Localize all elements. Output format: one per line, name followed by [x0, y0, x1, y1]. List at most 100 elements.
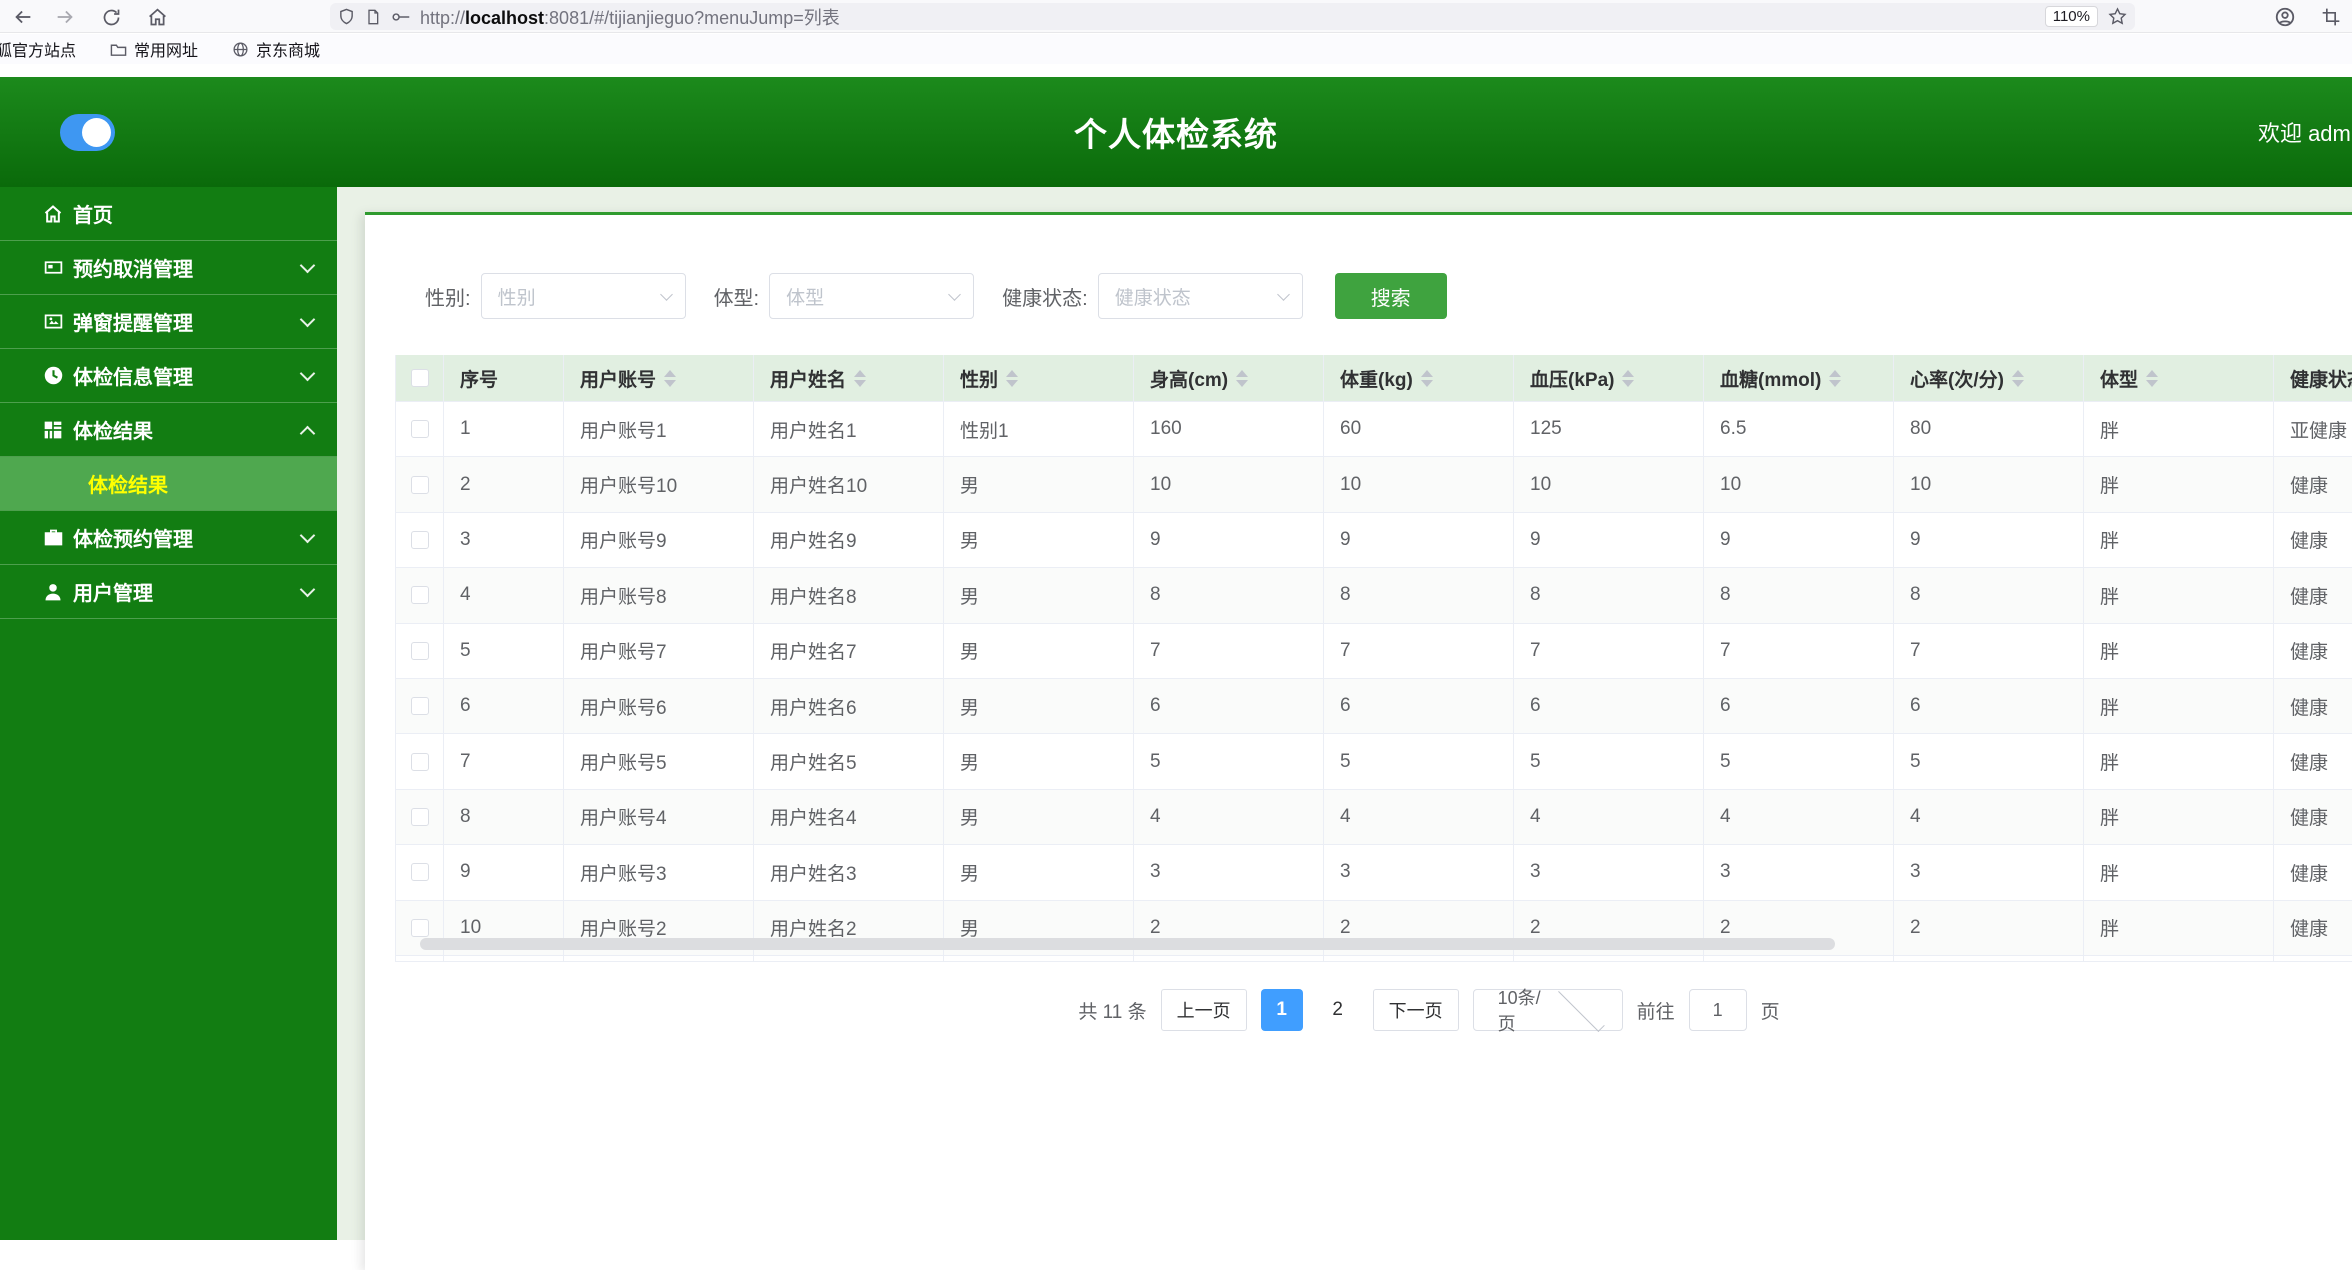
column-header[interactable]: 血糖(mmol) [1704, 355, 1894, 401]
table-cell: 胖 [2084, 789, 2274, 845]
results-table: 序号 用户账号 用户姓名 性别 身高(cm) 体重(kg) 血压(kPa) 血糖(mmol) 心… [395, 355, 2352, 962]
home-icon [42, 203, 64, 225]
table-cell: 10 [1514, 457, 1704, 512]
column-header[interactable]: 体重(kg) [1324, 355, 1514, 401]
column-header[interactable]: 用户账号 [564, 355, 754, 401]
table-cell: 160 [1134, 402, 1324, 457]
sort-carets-icon[interactable] [854, 369, 867, 387]
sort-carets-icon[interactable] [1236, 369, 1249, 387]
forward-icon[interactable] [52, 4, 78, 30]
home-icon[interactable] [144, 4, 170, 30]
row-checkbox[interactable] [410, 697, 429, 716]
horizontal-scrollbar[interactable] [420, 938, 1835, 950]
table-cell: 男 [944, 623, 1134, 678]
column-header[interactable]: 用户姓名 [754, 355, 944, 401]
chevron-down-icon [299, 311, 316, 328]
column-header-label: 体重(kg) [1340, 369, 1413, 391]
row-checkbox[interactable] [410, 420, 429, 439]
column-header[interactable]: 心率(次/分) [1894, 355, 2084, 401]
table-cell: 3 [1704, 845, 1894, 900]
sidebar-item-appointment-mgmt[interactable]: 体检预约管理 [0, 511, 337, 565]
page-icon[interactable] [365, 9, 381, 25]
table-cell: 胖 [2084, 512, 2274, 568]
select-all-checkbox[interactable] [410, 369, 429, 387]
account-icon[interactable] [2272, 4, 2298, 30]
column-header[interactable]: 血压(kPa) [1514, 355, 1704, 401]
table-cell: 4 [1324, 789, 1514, 845]
table-row: 8 用户账号4 用户姓名4 男 4 4 4 4 4 胖健康 [396, 789, 2352, 846]
health-status-select[interactable]: 健康状态 [1097, 273, 1303, 319]
sort-carets-icon[interactable] [664, 369, 677, 387]
table-cell: 用户账号3 [564, 845, 754, 900]
table-cell [1894, 955, 2084, 961]
sidebar-item-home[interactable]: 首页 [0, 187, 337, 241]
table-row: 3 用户账号9 用户姓名9 男 9 9 9 9 9 胖健康 [396, 512, 2352, 569]
permissions-icon[interactable] [391, 10, 410, 24]
zoom-level-badge[interactable]: 110% [2044, 6, 2098, 27]
row-checkbox[interactable] [410, 586, 429, 605]
sort-carets-icon[interactable] [1622, 369, 1635, 387]
welcome-text: 欢迎 admin [2257, 121, 2352, 146]
row-checkbox[interactable] [410, 641, 429, 660]
suitcase-icon [42, 527, 64, 549]
page-1-button[interactable]: 1 [1260, 989, 1303, 1031]
row-checkbox[interactable] [410, 752, 429, 771]
page-2-button[interactable]: 2 [1317, 989, 1359, 1031]
row-checkbox[interactable] [410, 918, 429, 937]
column-header[interactable]: 健康状态 [2274, 355, 2352, 401]
table-cell: 用户姓名3 [754, 845, 944, 900]
sort-carets-icon[interactable] [2146, 369, 2159, 387]
table-cell: 健康 [2274, 790, 2352, 844]
bookmark-item[interactable]: 狐官方站点 [0, 37, 76, 61]
sort-carets-icon[interactable] [1420, 369, 1433, 387]
sort-carets-icon[interactable] [2011, 369, 2024, 387]
sort-carets-icon[interactable] [1006, 369, 1019, 387]
sidebar-subitem-exam-results-active[interactable]: 体检结果 [0, 457, 337, 511]
reload-icon[interactable] [98, 4, 124, 30]
sort-carets-icon[interactable] [1829, 369, 1842, 387]
table-cell [396, 955, 444, 961]
gender-select[interactable]: 性别 [480, 273, 686, 319]
table-cell: 8 [1514, 568, 1704, 623]
table-cell [1514, 955, 1704, 961]
table-cell: 6 [1324, 678, 1514, 734]
sidebar-item-cancel-mgmt[interactable]: 预约取消管理 [0, 241, 337, 295]
back-icon[interactable] [10, 4, 36, 30]
table-cell: 男 [944, 789, 1134, 845]
table-cell: 健康 [2274, 845, 2352, 899]
table-cell: 7 [1134, 623, 1324, 678]
screenshot-icon[interactable] [2318, 4, 2344, 30]
sidebar-item-popup-mgmt[interactable]: 弹窗提醒管理 [0, 295, 337, 349]
table-cell: 用户姓名6 [754, 678, 944, 734]
table-row: 7 用户账号5 用户姓名5 男 5 5 5 5 5 胖健康 [396, 734, 2352, 790]
row-checkbox[interactable] [410, 863, 429, 882]
table-row: 4 用户账号8 用户姓名8 男 8 8 8 8 8 胖健康 [396, 568, 2352, 624]
bookmark-label: 常用网址 [134, 43, 199, 60]
table-row: 1 用户账号1 用户姓名1 性别1 160 60 125 6.5 80 胖亚健康 [396, 402, 2352, 458]
page-size-select[interactable]: 10条/页 [1472, 984, 1623, 1034]
table-cell: 4 [444, 568, 564, 623]
bookmark-item[interactable]: 京东商城 [232, 37, 320, 61]
bookmark-star-icon[interactable] [2108, 7, 2127, 26]
row-checkbox[interactable] [410, 475, 429, 494]
search-button[interactable]: 搜索 [1334, 273, 1447, 319]
sidebar-item-user-mgmt[interactable]: 用户管理 [0, 565, 337, 619]
sidebar-item-exam-results[interactable]: 体检结果 [0, 403, 337, 457]
body-type-select[interactable]: 体型 [769, 273, 975, 319]
row-checkbox[interactable] [410, 807, 429, 826]
table-cell: 5 [1324, 734, 1514, 789]
sidebar-item-exam-info-mgmt[interactable]: 体检信息管理 [0, 349, 337, 403]
row-checkbox-cell [396, 402, 444, 457]
bookmark-item[interactable]: 常用网址 [110, 37, 198, 61]
folder-icon [110, 44, 127, 56]
row-checkbox[interactable] [410, 530, 429, 549]
shield-icon[interactable] [338, 8, 355, 25]
goto-page-input[interactable] [1688, 989, 1747, 1031]
next-page-button[interactable]: 下一页 [1372, 989, 1459, 1031]
column-header[interactable]: 身高(cm) [1134, 355, 1324, 401]
menu-grid-icon [42, 419, 64, 441]
url-bar[interactable]: http://localhost:8081/#/tijianjieguo?men… [330, 3, 2135, 30]
prev-page-button[interactable]: 上一页 [1160, 989, 1247, 1031]
column-header[interactable]: 性别 [944, 355, 1134, 401]
column-header[interactable]: 体型 [2084, 355, 2274, 401]
